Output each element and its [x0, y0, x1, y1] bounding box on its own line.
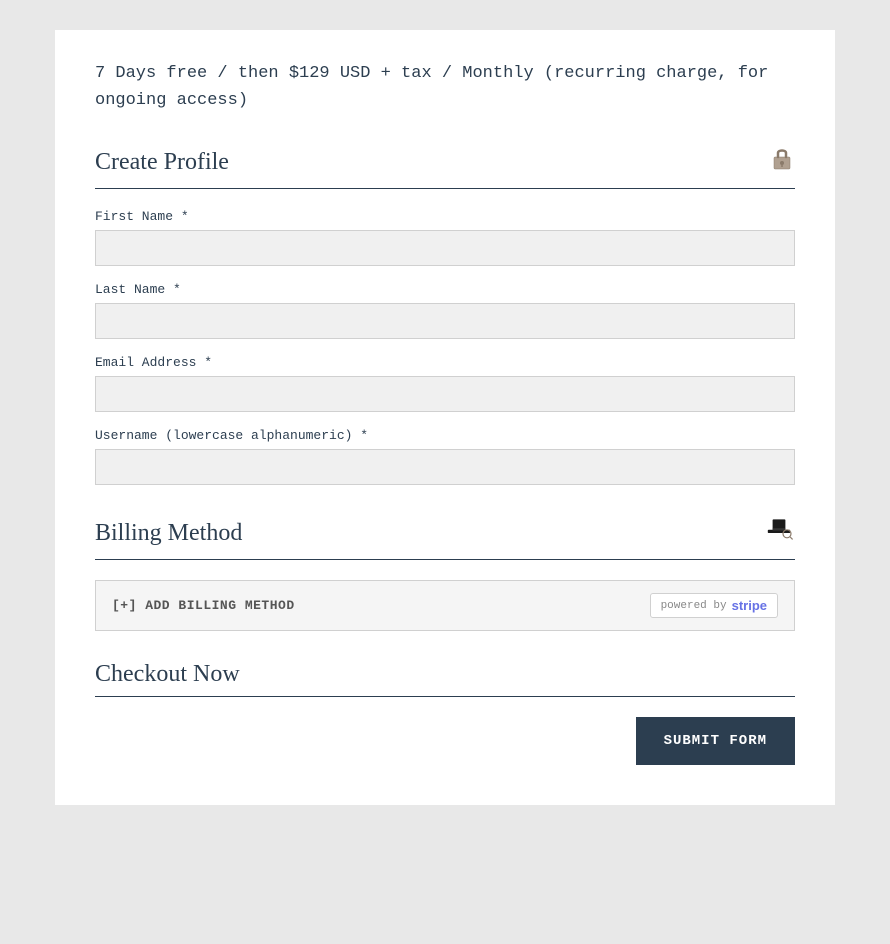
- create-profile-divider: [95, 188, 795, 189]
- lock-icon: [769, 144, 795, 180]
- submit-area: SUBMIT FORM: [95, 717, 795, 765]
- add-billing-box: [+] ADD BILLING METHOD powered by stripe: [95, 580, 795, 631]
- pricing-description: 7 Days free / then $129 USD + tax / Mont…: [95, 60, 795, 114]
- last-name-group: Last Name *: [95, 282, 795, 339]
- first-name-group: First Name *: [95, 209, 795, 266]
- first-name-input[interactable]: [95, 230, 795, 266]
- checkout-title: Checkout Now: [95, 661, 240, 688]
- email-group: Email Address *: [95, 355, 795, 412]
- last-name-label: Last Name *: [95, 282, 795, 297]
- submit-button[interactable]: SUBMIT FORM: [636, 717, 795, 765]
- email-label: Email Address *: [95, 355, 795, 370]
- add-billing-label[interactable]: [+] ADD BILLING METHOD: [112, 598, 295, 613]
- create-profile-title: Create Profile: [95, 149, 229, 176]
- powered-by-stripe: powered by stripe: [650, 593, 778, 618]
- last-name-input[interactable]: [95, 303, 795, 339]
- create-profile-header: Create Profile: [95, 144, 795, 180]
- email-input[interactable]: [95, 376, 795, 412]
- email-required: *: [204, 355, 212, 370]
- checkout-divider: [95, 696, 795, 697]
- last-name-required: *: [173, 282, 181, 297]
- checkout-section: Checkout Now SUBMIT FORM: [95, 661, 795, 765]
- username-input[interactable]: [95, 449, 795, 485]
- billing-section: Billing Method [+] ADD BILLING METHOD: [95, 515, 795, 631]
- username-required: *: [360, 428, 368, 443]
- username-group: Username (lowercase alphanumeric) *: [95, 428, 795, 485]
- hat-icon: [763, 515, 795, 551]
- first-name-required: *: [181, 209, 189, 224]
- checkout-header: Checkout Now: [95, 661, 795, 688]
- stripe-label: stripe: [732, 598, 767, 613]
- billing-divider: [95, 559, 795, 560]
- billing-title: Billing Method: [95, 520, 242, 547]
- first-name-label: First Name *: [95, 209, 795, 224]
- billing-header: Billing Method: [95, 515, 795, 551]
- page-container: 7 Days free / then $129 USD + tax / Mont…: [55, 30, 835, 805]
- username-label: Username (lowercase alphanumeric) *: [95, 428, 795, 443]
- powered-by-text: powered by: [661, 600, 727, 612]
